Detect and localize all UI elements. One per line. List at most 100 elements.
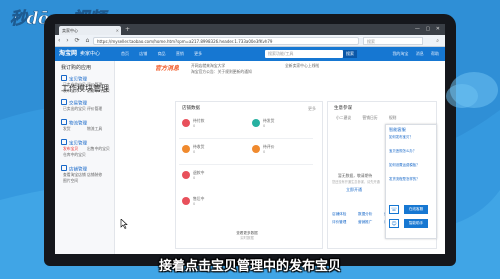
advisor-title: 生意参谋 — [334, 106, 352, 111]
kpi-label: 待评价 — [263, 144, 275, 149]
kpi-value: 0 — [263, 150, 266, 154]
kpi-label: 待付款 — [193, 118, 205, 123]
top-nav: 首页 店铺 商品 营销 更多 — [121, 51, 211, 57]
browser-tab[interactable]: 卖家中心 ✕ — [59, 26, 121, 35]
helper-question[interactable]: 宝贝违规怎么办？ — [389, 149, 429, 153]
kpi-item[interactable]: 待付款 0 — [182, 118, 242, 132]
kpi-icon — [252, 119, 260, 127]
video-caption: 接着点击宝贝管理中的发布宝贝 — [158, 259, 341, 274]
advisor-grid-item[interactable]: 店铺体检 — [332, 212, 346, 217]
advisor-message: 暂无数据，敬请期待 — [338, 173, 373, 178]
browser-search-input[interactable]: 搜索 — [363, 37, 423, 45]
divider — [179, 164, 313, 165]
mouse-cursor-icon — [120, 219, 128, 229]
advisor-link[interactable]: 立即开通 — [346, 187, 362, 192]
search-icon[interactable]: ⌕ — [436, 37, 439, 45]
chat-icon[interactable]: ☏ — [389, 205, 399, 214]
smart-assistant-button[interactable]: 智能助手 — [404, 219, 428, 228]
kpi-item[interactable]: 退款中 0 — [182, 170, 242, 184]
sidebar-item[interactable]: 已卖出的宝贝 — [63, 106, 86, 111]
helper-question[interactable]: 发货流程是怎样的？ — [389, 177, 429, 181]
sidebar-item[interactable]: 评价管理 — [87, 106, 102, 111]
kpi-value: 0 — [193, 124, 196, 128]
sidebar-item[interactable]: 出售中的宝贝 — [87, 146, 110, 151]
banner-message[interactable]: 开网店就来淘宝大学 — [191, 63, 225, 68]
cloud-decoration-icon — [446, 72, 498, 108]
top-nav-item[interactable]: 首页 — [121, 51, 129, 56]
seller-search-input[interactable]: 搜索功能/工具 — [265, 50, 343, 58]
sidebar-item[interactable]: 图片空间 — [63, 178, 78, 183]
kpi-icon — [182, 197, 190, 205]
advisor-grid-item[interactable]: 营销推广 — [358, 220, 372, 225]
sidebar-item[interactable]: 店铺装修 — [87, 172, 102, 177]
header-link[interactable]: 消息 — [416, 51, 424, 56]
sidebar-item-publish[interactable]: 发布宝贝 — [63, 146, 78, 151]
tab-title: 卖家中心 — [62, 28, 78, 33]
top-nav-item[interactable]: 商品 — [158, 51, 166, 56]
seller-center-label: 卖家中心 — [80, 51, 101, 57]
advisor-note: 您还没有开通生意参谋，请先开通 — [332, 180, 380, 184]
kpi-icon — [182, 171, 190, 179]
panel-title: 店铺数据 — [182, 106, 200, 111]
kpi-value: 0 — [193, 202, 196, 206]
url-input[interactable]: https://myseller.taobao.com/home.htm?spm… — [93, 37, 359, 45]
sidebar-item[interactable]: 仓库中的宝贝 — [63, 152, 86, 157]
advisor-tabs: 小二建议 营销日历 规则 — [336, 115, 406, 120]
panel-more-link[interactable]: 更多 — [308, 106, 316, 112]
assistant-icon[interactable]: ☺ — [389, 219, 399, 228]
sidebar-title: 我订购的应用 — [61, 65, 92, 71]
browser-nav-buttons[interactable]: ‹ › ⟳ ⌂ — [58, 37, 91, 45]
online-service-button[interactable]: 在线客服 — [404, 205, 428, 214]
divider — [179, 138, 313, 139]
new-tab-icon[interactable]: + — [125, 26, 130, 34]
browser-window: 卖家中心 ✕ + — ▢ ✕ ‹ › ⟳ ⌂ https://myseller.… — [55, 24, 445, 254]
helper-question[interactable]: 如何设置运费模板？ — [389, 163, 429, 167]
kpi-item[interactable]: 待发货 0 — [252, 118, 312, 132]
helper-title: 智能客服 — [389, 127, 406, 132]
kpi-icon — [252, 145, 260, 153]
taobao-logo-text: 淘宝网 — [59, 50, 78, 57]
helper-question[interactable]: 如何发布宝贝？ — [389, 135, 429, 139]
shop-data-panel: 店铺数据 更多 待付款 0 待发货 0 待收货 0 待评价 0 退款中 0 售后… — [175, 101, 323, 249]
sidebar-item[interactable]: 物流工具 — [87, 126, 102, 131]
kpi-value: 0 — [263, 124, 266, 128]
kpi-icon — [182, 145, 190, 153]
kpi-item[interactable]: 待评价 0 — [252, 144, 312, 158]
seller-logo[interactable]: 淘宝网 卖家中心 — [59, 50, 100, 58]
top-nav-item[interactable]: 更多 — [194, 51, 202, 56]
top-nav-item[interactable]: 店铺 — [139, 51, 147, 56]
kpi-item[interactable]: 售后中 0 — [182, 196, 242, 210]
advisor-tab[interactable]: 规则 — [389, 115, 397, 120]
browser-search-placeholder: 搜索 — [367, 39, 375, 44]
seller-search-button[interactable]: 搜索 — [343, 50, 357, 58]
kpi-label: 待收货 — [193, 144, 205, 149]
advisor-tab[interactable]: 小二建议 — [336, 115, 351, 120]
sidebar-item[interactable]: 发货 — [63, 126, 71, 131]
kpi-label: 待发货 — [263, 118, 275, 123]
header-link[interactable]: 帮助 — [431, 51, 439, 56]
banner-message[interactable]: 全新卖家中心上线啦 — [285, 63, 319, 68]
kpi-value: 0 — [193, 150, 196, 154]
page-title: 工作模块管理 — [61, 84, 109, 93]
more-data-sub: 实时数据 — [240, 236, 254, 240]
seller-header: 淘宝网 卖家中心 首页 店铺 商品 营销 更多 搜索功能/工具 搜索 我的淘宝 消… — [55, 47, 445, 61]
announcement-banner: 官方消息 开网店就来淘宝大学 淘宝官方公告：关于规则更新的通知 全新卖家中心上线… — [155, 63, 373, 75]
window-controls[interactable]: — ▢ ✕ — [415, 26, 442, 33]
advisor-grid-item[interactable]: 数据分析 — [358, 212, 372, 217]
smart-helper-panel: 智能客服 如何发布宝贝？ 宝贝违规怎么办？ 如何设置运费模板？ 发货流程是怎样的… — [385, 124, 437, 239]
tab-close-icon[interactable]: ✕ — [116, 26, 119, 35]
sidebar-item[interactable]: 查看淘宝店铺 — [63, 172, 86, 177]
kpi-label: 售后中 — [193, 196, 205, 201]
banner-message[interactable]: 淘宝官方公告：关于规则更新的通知 — [191, 69, 252, 74]
address-bar-row: ‹ › ⟳ ⌂ https://myseller.taobao.com/home… — [55, 35, 445, 47]
kpi-label: 退款中 — [193, 170, 205, 175]
advisor-grid-item[interactable]: 评价管理 — [332, 220, 346, 225]
header-link[interactable]: 我的淘宝 — [392, 51, 408, 56]
kpi-icon — [182, 119, 190, 127]
header-right-links: 我的淘宝 消息 帮助 — [386, 51, 439, 57]
top-nav-item[interactable]: 营销 — [176, 51, 184, 56]
advisor-tab[interactable]: 营销日历 — [362, 115, 377, 120]
browser-tab-bar: 卖家中心 ✕ + — ▢ ✕ — [55, 24, 445, 35]
kpi-item[interactable]: 待收货 0 — [182, 144, 242, 158]
kpi-value: 0 — [193, 176, 196, 180]
